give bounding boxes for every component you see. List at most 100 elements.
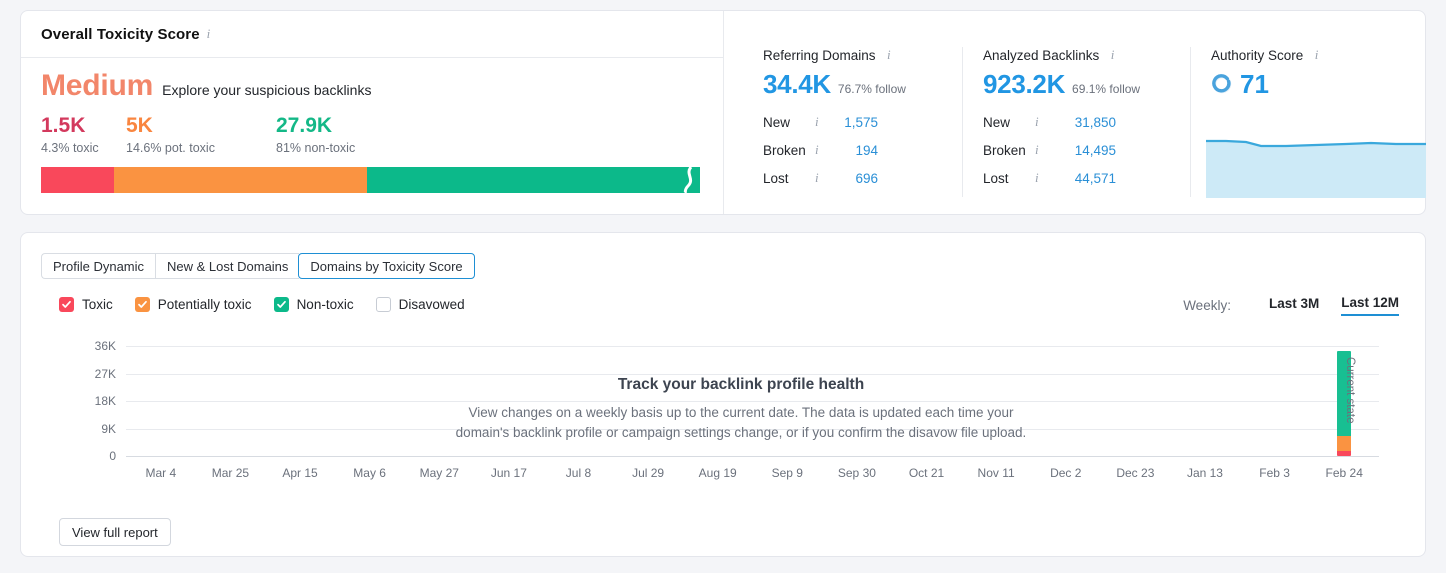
info-icon[interactable]: i	[207, 27, 211, 40]
stat-potentially-toxic-label: 14.6% pot. toxic	[126, 141, 215, 156]
referring-domains-row-lost: Lost i 696	[763, 164, 962, 192]
authority-score-value-row: 71	[1211, 71, 1426, 97]
info-icon[interactable]: i	[815, 115, 819, 128]
x-axis-tick-label: Nov 11	[977, 466, 1015, 480]
analyzed-backlinks-row-new: New i 31,850	[983, 108, 1190, 136]
x-axis-tick-label: Oct 21	[908, 466, 945, 480]
legend-item-disavowed[interactable]: Disavowed	[375, 297, 465, 312]
tab-domains-by-toxicity-score[interactable]: Domains by Toxicity Score	[298, 253, 475, 279]
info-icon[interactable]: i	[887, 48, 891, 61]
checkmark-icon	[62, 300, 71, 308]
chart-gridline	[126, 456, 1379, 457]
metric-analyzed-backlinks: Analyzed Backlinks i 923.2K 69.1% follow…	[963, 47, 1191, 197]
row-value[interactable]: 44,571	[1075, 171, 1190, 186]
legend-label: Toxic	[82, 297, 113, 312]
row-label: Broken	[763, 142, 806, 158]
row-value[interactable]: 194	[855, 143, 962, 158]
domains-by-toxicity-chart: 0 9K 18K 27K 36K Mar 4 Mar 25 Apr 15 May 6 May 2…	[21, 338, 1425, 503]
period-option-last-12m[interactable]: Last 12M	[1341, 295, 1399, 316]
x-axis-tick-label: Jul 29	[632, 466, 665, 480]
toxicity-distribution-bar	[41, 167, 703, 194]
row-label: New	[983, 114, 1011, 130]
toxicity-level-row: Medium Explore your suspicious backlinks	[41, 71, 706, 105]
analyzed-backlinks-title-row: Analyzed Backlinks i	[983, 47, 1190, 65]
y-axis-tick-label: 0	[109, 449, 116, 463]
authority-score-sparkline	[1206, 139, 1426, 198]
legend-item-potentially-toxic[interactable]: Potentially toxic	[134, 297, 252, 312]
stat-non-toxic-value: 27.9K	[276, 114, 333, 137]
legend-item-toxic[interactable]: Toxic	[59, 297, 113, 312]
analyzed-backlinks-row-lost: Lost i 44,571	[983, 164, 1190, 192]
y-axis-tick-label: 27K	[94, 366, 116, 381]
row-label: Lost	[983, 170, 1009, 186]
info-icon[interactable]: i	[1035, 115, 1039, 128]
metric-referring-domains: Referring Domains i 34.4K 76.7% follow N…	[743, 47, 963, 197]
toxicity-level-value: Medium	[41, 69, 154, 102]
x-axis-tick-label: Feb 3	[1259, 466, 1290, 480]
x-axis-tick-label: Sep 9	[771, 466, 803, 480]
x-axis-tick-label: Jan 13	[1186, 466, 1223, 480]
x-axis-tick-label: Jun 17	[490, 466, 527, 480]
info-icon[interactable]: i	[1315, 48, 1319, 61]
info-icon[interactable]: i	[1035, 143, 1039, 156]
period-selector: Weekly: Last 3M Last 12M	[1183, 295, 1399, 316]
info-icon[interactable]: i	[1111, 48, 1115, 61]
bar-segment-non-toxic	[367, 167, 700, 194]
stat-non-toxic: 27.9K 81% non-toxic	[276, 114, 436, 155]
donut-progress-icon	[1212, 74, 1232, 94]
info-icon[interactable]: i	[1035, 171, 1039, 184]
x-axis-tick-label: May 27	[419, 466, 459, 480]
bar-segment-toxic	[41, 167, 115, 194]
bar-segment-potentially-toxic	[114, 167, 368, 194]
x-axis-tick-label: Sep 30	[837, 466, 876, 480]
x-axis-tick-label: Aug 19	[698, 466, 737, 480]
y-axis-tick-label: 36K	[94, 339, 116, 353]
legend-label: Potentially toxic	[157, 297, 252, 312]
analyzed-backlinks-value-row: 923.2K 69.1% follow	[983, 70, 1190, 98]
row-value[interactable]: 14,495	[1075, 143, 1190, 158]
current-bar-segment-toxic	[1337, 451, 1352, 456]
referring-domains-title-row: Referring Domains i	[763, 47, 962, 65]
x-axis-tick-label: Mar 4	[145, 466, 177, 480]
row-value[interactable]: 31,850	[1075, 115, 1190, 130]
checkbox-non-toxic[interactable]	[273, 297, 289, 312]
checkbox-potentially-toxic[interactable]	[134, 297, 150, 312]
analyzed-backlinks-follow: 69.1% follow	[1072, 82, 1141, 96]
period-option-last-3m[interactable]: Last 3M	[1269, 296, 1319, 315]
info-icon[interactable]: i	[815, 143, 819, 156]
x-axis-tick-label: Jul 8	[565, 466, 592, 480]
referring-domains-value: 34.4K	[763, 69, 831, 99]
overall-toxicity-body: Medium Explore your suspicious backlinks…	[41, 71, 706, 194]
overview-card: Overall Toxicity Score i Medium Explore …	[20, 10, 1426, 215]
authority-score-title: Authority Score	[1211, 48, 1304, 63]
x-axis-tick-label: Dec 2	[1050, 466, 1082, 480]
view-full-report-button[interactable]: View full report	[59, 518, 171, 546]
row-value[interactable]: 1,575	[844, 115, 962, 130]
overall-toxicity-header: Overall Toxicity Score i	[21, 11, 723, 58]
legend-label: Disavowed	[398, 297, 465, 312]
row-label: Lost	[763, 170, 789, 186]
legend-item-non-toxic[interactable]: Non-toxic	[273, 297, 354, 312]
analyzed-backlinks-row-broken: Broken i 14,495	[983, 136, 1190, 164]
checkbox-toxic[interactable]	[59, 297, 74, 312]
info-icon[interactable]: i	[815, 171, 819, 184]
chart-empty-state-message: Track your backlink profile health View …	[351, 376, 1131, 444]
stat-non-toxic-label: 81% non-toxic	[276, 141, 356, 156]
row-label: New	[763, 114, 791, 130]
referring-domains-rows: New i 1,575 Broken i 194 Lost i 696	[763, 108, 962, 192]
stat-potentially-toxic: 5K 14.6% pot. toxic	[126, 114, 276, 155]
checkmark-icon	[137, 300, 147, 308]
x-axis-tick-label: May 6	[353, 466, 386, 480]
tab-profile-dynamic[interactable]: Profile Dynamic	[41, 253, 156, 279]
x-axis-tick-label: Apr 15	[282, 466, 318, 480]
toxicity-subtitle: Explore your suspicious backlinks	[162, 82, 372, 98]
x-axis-tick-label: Dec 23	[1116, 466, 1155, 480]
authority-score-value: 71	[1240, 69, 1269, 99]
tab-new-and-lost-domains[interactable]: New & Lost Domains	[155, 253, 300, 279]
legend-label: Non-toxic	[296, 297, 354, 312]
chart-legend: Toxic Potentially toxic Non-toxic Disavo…	[59, 297, 487, 312]
checkbox-disavowed[interactable]	[375, 297, 391, 312]
row-value[interactable]: 696	[855, 171, 962, 186]
row-label: Broken	[983, 142, 1026, 158]
current-state-annotation: Current state	[1344, 356, 1357, 424]
